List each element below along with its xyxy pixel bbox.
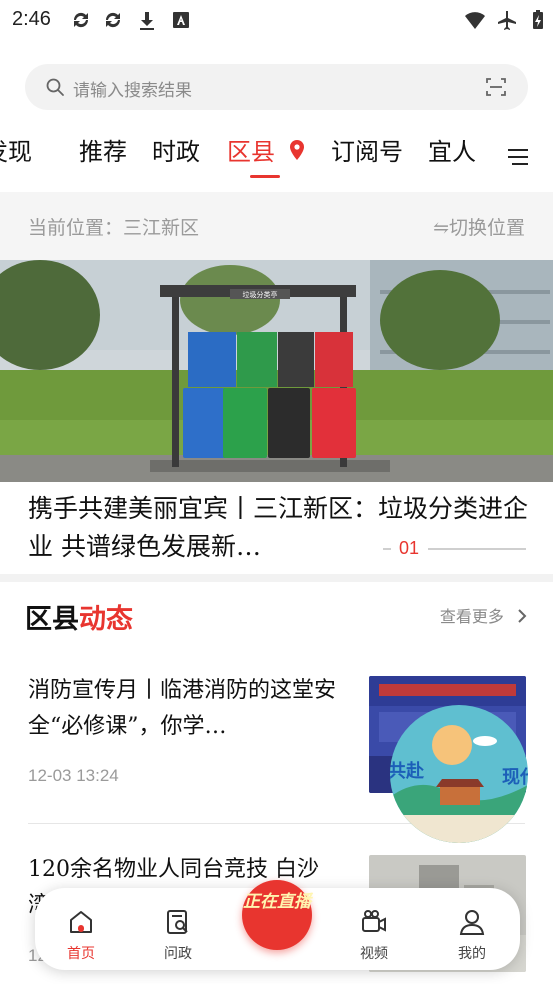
location-pin-icon	[290, 140, 304, 160]
banner-pager: 01	[383, 538, 528, 560]
promo-right-text: 现代	[502, 767, 528, 788]
see-more-label: 查看更多	[439, 607, 504, 626]
search-icon	[46, 78, 64, 96]
download-icon	[140, 12, 154, 30]
floating-promo-badge[interactable]: 共赴 现代	[390, 705, 528, 843]
scan-icon[interactable]	[484, 75, 508, 99]
nav-video-label: 视频	[360, 946, 388, 962]
wifi-icon	[465, 12, 485, 29]
news-item-title[interactable]: 消防宣传月丨临港消防的这堂安全“必修课”，你学…	[28, 673, 338, 745]
live-broadcast-button[interactable]: 正在直播	[242, 880, 312, 950]
video-icon	[362, 910, 386, 932]
tab-politics[interactable]: 时政	[152, 132, 200, 167]
airplane-icon	[498, 11, 516, 30]
nav-inquiry[interactable]: 问政	[143, 888, 213, 970]
search-bar[interactable]: 请输入搜索结果	[25, 64, 528, 110]
battery-charging-icon	[533, 10, 543, 29]
section-title-part2: 动态	[79, 604, 133, 635]
promo-artwork: 共赴 现代	[390, 705, 528, 843]
banner-photo: 垃圾分类亭	[0, 260, 553, 482]
section-title: 区县动态	[25, 597, 133, 636]
nav-profile[interactable]: 我的	[437, 888, 507, 970]
tab-discover[interactable]: 发现	[0, 132, 32, 167]
sync-icon	[73, 12, 89, 28]
menu-icon[interactable]	[507, 146, 529, 168]
channel-tabs: 发现 推荐 时政 区县 订阅号 宜人	[0, 128, 553, 188]
location-bar: 当前位置：三江新区 ⇋切换位置	[0, 192, 553, 260]
nav-home-label: 首页	[67, 946, 95, 962]
status-time: 2:46	[12, 8, 51, 30]
tab-yiren[interactable]: 宜人	[428, 132, 476, 167]
banner-image[interactable]: 垃圾分类亭	[0, 260, 553, 482]
promo-left-text: 共赴	[390, 760, 425, 782]
sync-icon	[105, 12, 121, 28]
nav-profile-label: 我的	[458, 946, 486, 962]
tab-subscriptions[interactable]: 订阅号	[331, 132, 403, 167]
live-label: 正在直播	[243, 892, 311, 912]
active-tab-indicator	[250, 175, 280, 178]
home-icon	[70, 911, 92, 933]
nav-inquiry-label: 问政	[164, 946, 192, 962]
pager-line-right	[428, 548, 526, 550]
switch-location-button[interactable]: ⇋切换位置	[433, 213, 525, 240]
chevron-right-icon	[518, 609, 527, 623]
status-bar: 2:46	[0, 0, 553, 40]
profile-icon	[459, 910, 485, 935]
news-item-time: 12-03 13:24	[28, 766, 119, 785]
tab-recommend[interactable]: 推荐	[79, 132, 127, 167]
section-title-part1: 区县	[25, 604, 79, 635]
shelter-sign: 垃圾分类亭	[243, 290, 278, 299]
nav-home[interactable]: 首页	[46, 888, 116, 970]
pager-line-left	[383, 548, 391, 550]
section-divider	[0, 574, 553, 582]
inquiry-icon	[167, 910, 188, 934]
keyboard-a-icon	[173, 12, 189, 28]
current-location: 当前位置：三江新区	[28, 217, 200, 239]
search-input[interactable]: 请输入搜索结果	[73, 76, 192, 101]
tab-districts[interactable]: 区县	[227, 132, 275, 167]
see-more-link[interactable]: 查看更多	[440, 603, 527, 627]
nav-video[interactable]: 视频	[339, 888, 409, 970]
pager-index: 01	[399, 538, 420, 558]
